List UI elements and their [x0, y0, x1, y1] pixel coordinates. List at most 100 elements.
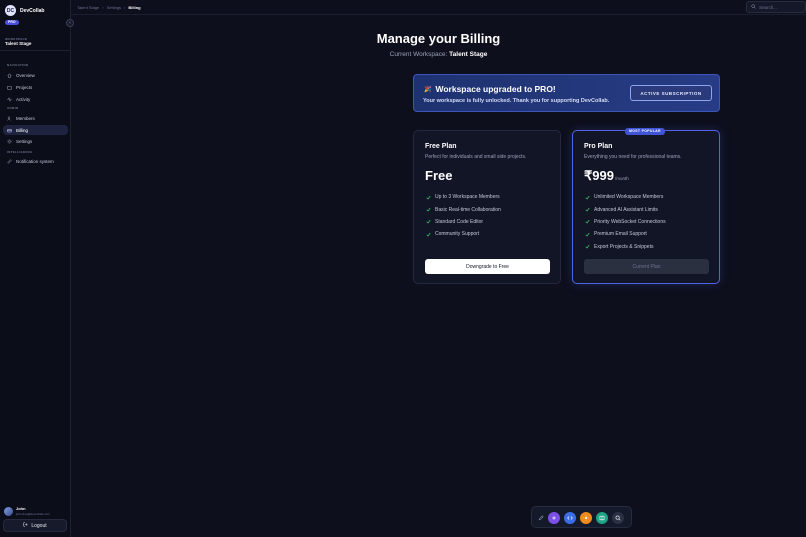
book-icon[interactable] [596, 512, 608, 524]
page-subtitle: Current Workspace: Talent Stage [71, 51, 806, 58]
plan-description: Everything you need for professional tea… [584, 154, 682, 160]
plan-price: Free [425, 168, 453, 183]
code-icon[interactable] [564, 512, 576, 524]
feature-label: Priority WebSocket Connections [594, 218, 666, 225]
activity-icon [7, 96, 12, 102]
section-label-admin: ADMIN [7, 106, 19, 110]
check-icon [585, 244, 590, 249]
check-icon [426, 195, 431, 200]
sidebar-item-notification-system[interactable]: Notification system [3, 156, 68, 166]
feature-label: Premium Email Support [594, 231, 647, 238]
search-icon[interactable] [612, 512, 624, 524]
sidebar-item-label: Settings [16, 138, 33, 144]
feature-label: Export Projects & Snippets [594, 243, 654, 250]
sidebar-item-projects[interactable]: Projects [3, 82, 68, 92]
feature-label: Unlimited Workspace Members [594, 194, 664, 201]
sidebar-item-settings[interactable]: Settings [3, 136, 68, 146]
feature-label: Standard Code Editor [435, 218, 484, 225]
sidebar-item-label: Notification system [16, 158, 54, 164]
search-input[interactable]: Search... [746, 1, 806, 13]
breadcrumb: Talent Stage › Settings › Billing [77, 5, 141, 10]
workspace-name[interactable]: Talent Stage [5, 41, 31, 46]
list-item: Premium Email Support [585, 228, 666, 240]
page-title: Manage your Billing [376, 31, 501, 46]
banner-heading: Workspace upgraded to PRO! [435, 84, 556, 94]
feature-list: Up to 3 Workspace Members Basic Real-tim… [426, 191, 501, 241]
plan-description: Perfect for individuals and small side p… [425, 154, 527, 160]
floating-dock [531, 506, 632, 528]
list-item: Basic Real-time Collaboration [426, 203, 501, 215]
banner-text: Your workspace is fully unlocked. Thank … [423, 98, 610, 104]
brand[interactable]: DC DevCollab [5, 5, 44, 16]
users-icon [7, 116, 12, 121]
feature-list: Unlimited Workspace Members Advanced AI … [585, 191, 666, 253]
sidebar-item-billing[interactable]: Billing [3, 125, 68, 135]
list-item: Unlimited Workspace Members [585, 191, 666, 203]
sidebar-item-label: Billing [16, 127, 29, 133]
plan-name: Free Plan [425, 143, 457, 150]
sidebar-item-activity[interactable]: Activity [3, 94, 68, 104]
downgrade-button[interactable]: Downgrade to Free [425, 259, 550, 274]
topbar: Talent Stage › Settings › Billing Search… [71, 0, 806, 15]
check-icon [426, 232, 431, 237]
plan-badge: PRO [5, 20, 19, 25]
sidebar-item-label: Overview [16, 72, 35, 78]
credit-card-icon [7, 128, 12, 133]
search-icon [751, 4, 756, 10]
pro-plan-card: MOST POPULAR Pro Plan Everything you nee… [572, 128, 720, 284]
subtitle-prefix: Current Workspace: [389, 51, 448, 58]
folder-icon [7, 85, 12, 90]
sun-icon[interactable] [580, 512, 592, 524]
plus-icon[interactable] [548, 512, 560, 524]
feature-label: Community Support [435, 231, 480, 238]
list-item: Up to 3 Workspace Members [426, 191, 501, 203]
upgrade-banner: 🎉 Workspace upgraded to PRO! Your worksp… [413, 74, 720, 112]
user-name: John [16, 506, 26, 511]
pen-icon[interactable] [535, 512, 547, 524]
logout-button[interactable]: Logout [3, 519, 67, 532]
user-info: John john.doe@devcollab.com [16, 506, 50, 516]
subtitle-workspace: Talent Stage [449, 51, 488, 58]
link-icon [7, 159, 12, 164]
party-icon: 🎉 [424, 86, 432, 93]
gear-icon [7, 138, 12, 144]
avatar [4, 506, 13, 516]
section-label-intelligence: INTELLIGENCE [7, 150, 33, 154]
check-icon [585, 219, 590, 224]
sidebar-item-members[interactable]: Members [3, 113, 68, 123]
sidebar-item-label: Activity [16, 96, 31, 102]
list-item: Advanced AI Assistant Limits [585, 203, 666, 215]
sidebar-item-label: Members [16, 115, 35, 121]
list-item: Priority WebSocket Connections [585, 216, 666, 228]
feature-label: Advanced AI Assistant Limits [594, 206, 658, 213]
plan-price-wrap: ₹999/month [584, 168, 629, 184]
plan-name: Pro Plan [584, 143, 613, 150]
sidebar: DC DevCollab ‹ PRO WORKSPACE Talent Stag… [0, 0, 74, 537]
feature-label: Up to 3 Workspace Members [435, 194, 500, 201]
banner-title: 🎉 Workspace upgraded to PRO! [424, 84, 556, 94]
active-subscription-button[interactable]: ACTIVE SUBSCRIPTION [630, 85, 712, 101]
most-popular-badge: MOST POPULAR [625, 128, 665, 135]
logout-label: Logout [31, 522, 47, 529]
current-plan-button: Current Plan [584, 259, 709, 274]
check-icon [585, 232, 590, 237]
list-item: Standard Code Editor [426, 216, 501, 228]
list-item: Export Projects & Snippets [585, 241, 666, 253]
brand-name: DevCollab [20, 7, 45, 14]
breadcrumb-current: Billing [128, 5, 141, 10]
user-profile[interactable]: John john.doe@devcollab.com [4, 506, 50, 516]
plan-period: /month [614, 176, 629, 181]
check-icon [585, 195, 590, 200]
sidebar-divider [0, 50, 71, 51]
list-item: Community Support [426, 228, 501, 240]
collapse-sidebar-button[interactable]: ‹ [66, 19, 74, 27]
sidebar-item-overview[interactable]: Overview [3, 70, 68, 80]
feature-label: Basic Real-time Collaboration [435, 206, 501, 213]
breadcrumb-settings[interactable]: Settings [107, 5, 121, 10]
breadcrumb-separator: › [124, 5, 126, 10]
breadcrumb-workspace[interactable]: Talent Stage [77, 5, 99, 10]
check-icon [585, 207, 590, 212]
free-plan-card: Free Plan Perfect for individuals and sm… [413, 130, 561, 284]
section-label-navigation: NAVIGATION [7, 63, 29, 67]
check-icon [426, 219, 431, 224]
